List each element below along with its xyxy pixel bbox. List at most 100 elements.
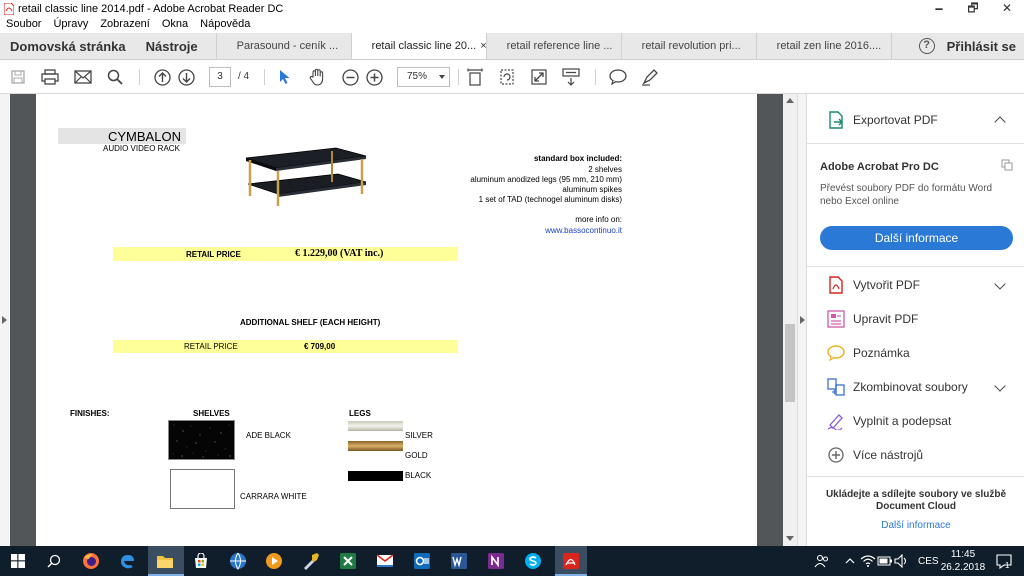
menu-file[interactable]: Soubor [0,17,47,33]
right-pane-toggle[interactable] [797,94,806,546]
outlook-icon[interactable] [412,551,432,571]
full-screen-icon[interactable] [530,68,548,86]
next-page-icon[interactable] [177,68,195,86]
search-icon[interactable] [44,551,64,571]
home-tab[interactable]: Domovská stránka [0,33,136,59]
website-link[interactable]: www.bassocontinuo.it [476,226,622,235]
zoom-out-icon[interactable] [341,68,359,86]
tool-label: Vytvořit PDF [853,278,920,292]
hand-tool-icon[interactable] [308,68,326,86]
scroll-down-icon[interactable] [786,536,794,541]
additional-price-value: € 709,00 [304,342,336,351]
document-tab-label: retail reference line ... [506,40,613,52]
fit-width-icon[interactable] [466,68,484,86]
scroll-up-icon[interactable] [786,98,794,103]
notification-center-icon[interactable] [994,551,1014,571]
box-line: 1 set of TAD (technogel aluminum disks) [478,195,622,204]
tool-item-fill-sign[interactable]: Vyplnit a podepsat [827,412,951,430]
onenote-icon[interactable] [486,551,506,571]
file-explorer-icon[interactable] [155,551,175,571]
product-name-label: Adobe Acrobat Pro DC [820,161,939,173]
document-tab-active[interactable]: retail classic line 20... × [350,33,486,59]
sign-in-button[interactable]: Přihlásit se [943,33,1024,59]
edge-icon[interactable] [117,551,137,571]
rotate-page-icon[interactable] [498,68,516,86]
more-info-button[interactable]: Další informace [820,226,1013,250]
tools-tab[interactable]: Nástroje [136,33,216,59]
firefox-icon[interactable] [81,551,101,571]
save-icon[interactable] [9,68,27,86]
copy-icon[interactable] [1001,158,1013,176]
tool-item-more-tools[interactable]: Více nástrojů [827,446,923,464]
skype-icon[interactable] [523,551,543,571]
volume-icon[interactable] [892,551,912,571]
menu-help[interactable]: Nápověda [194,17,256,33]
store-icon[interactable] [191,551,211,571]
tray-chevron-up-icon[interactable] [840,551,860,571]
input-language[interactable]: CES [918,556,939,567]
tool-item-create-pdf[interactable]: Vytvořit PDF [827,276,920,294]
tool-label: Vyplnit a podepsat [853,414,952,428]
tool-label: Zkombinovat soubory [853,380,968,394]
chevron-down-icon[interactable] [994,380,1006,392]
tool-item-comment[interactable]: Poznámka [827,344,910,362]
tool-item-combine-files[interactable]: Zkombinovat soubory [827,378,968,396]
clock-time[interactable]: 11:45 [943,549,983,560]
additional-price-band [113,340,458,353]
document-tab[interactable]: Parasound - ceník ... [215,33,351,59]
highlight-pen-icon[interactable] [641,68,659,86]
page-number-input[interactable]: 3 [209,67,231,87]
document-tab[interactable]: retail reference line ... [485,33,621,59]
document-tab[interactable]: retail revolution pri... [620,33,756,59]
zoom-in-icon[interactable] [365,68,383,86]
carrara-white-swatch [170,469,235,509]
chevron-right-icon [800,316,805,324]
scrollbar-thumb[interactable] [785,324,795,402]
legs-label: LEGS [349,409,371,418]
left-pane-toggle[interactable] [0,94,10,546]
menu-bar: Soubor Úpravy Zobrazení Okna Nápověda [0,17,1024,33]
comment-icon[interactable] [609,68,627,86]
app-icon[interactable] [375,551,395,571]
menu-edit[interactable]: Úpravy [47,17,94,33]
utility-app-icon[interactable] [301,551,321,571]
menu-window[interactable]: Okna [156,17,194,33]
minimize-button[interactable]: 🗕 [922,0,956,17]
silver-leg-swatch [348,421,403,431]
export-pdf-item[interactable]: Exportovat PDF [827,111,938,129]
document-viewport[interactable]: CYMBALON AUDIO VIDEO RACK standard box i… [0,94,806,546]
excel-icon[interactable] [338,551,358,571]
tool-item-edit-pdf[interactable]: Upravit PDF [827,310,918,328]
windows-start-icon[interactable] [8,551,28,571]
media-player-icon[interactable] [264,551,284,571]
previous-page-icon[interactable] [153,68,171,86]
tools-side-panel: Exportovat PDF Adobe Acrobat Pro DC Přev… [806,94,1024,546]
vertical-scrollbar[interactable] [783,94,797,546]
maximize-button[interactable]: 🗗 [956,0,990,17]
gold-leg-swatch [348,441,403,451]
browser-globe-icon[interactable] [228,551,248,571]
acrobat-reader-icon[interactable] [561,551,581,571]
cloud-more-info-link[interactable]: Další informace [821,520,1011,531]
help-button[interactable]: ? [911,33,943,59]
clock-date[interactable]: 26.2.2018 [940,562,986,573]
search-icon[interactable] [106,68,124,86]
chevron-up-icon[interactable] [994,116,1006,128]
ade-black-swatch [168,420,235,460]
zoom-select[interactable]: 75% [397,67,450,87]
tool-label: Upravit PDF [853,312,919,326]
word-icon[interactable] [449,551,469,571]
select-cursor-icon[interactable] [276,68,294,86]
keyboard-scroll-icon[interactable] [562,68,580,86]
edit-pdf-icon [827,310,845,328]
menu-view[interactable]: Zobrazení [94,17,156,33]
print-icon[interactable] [41,68,59,86]
additional-price-label: RETAIL PRICE [184,342,238,351]
close-window-button[interactable]: ✕ [990,0,1024,17]
chevron-right-icon [2,316,7,324]
chevron-down-icon[interactable] [994,278,1006,290]
document-tab[interactable]: retail zen line 2016.... [755,33,891,59]
box-line: aluminum spikes [562,185,622,194]
people-icon[interactable] [812,551,832,571]
email-icon[interactable] [74,68,92,86]
